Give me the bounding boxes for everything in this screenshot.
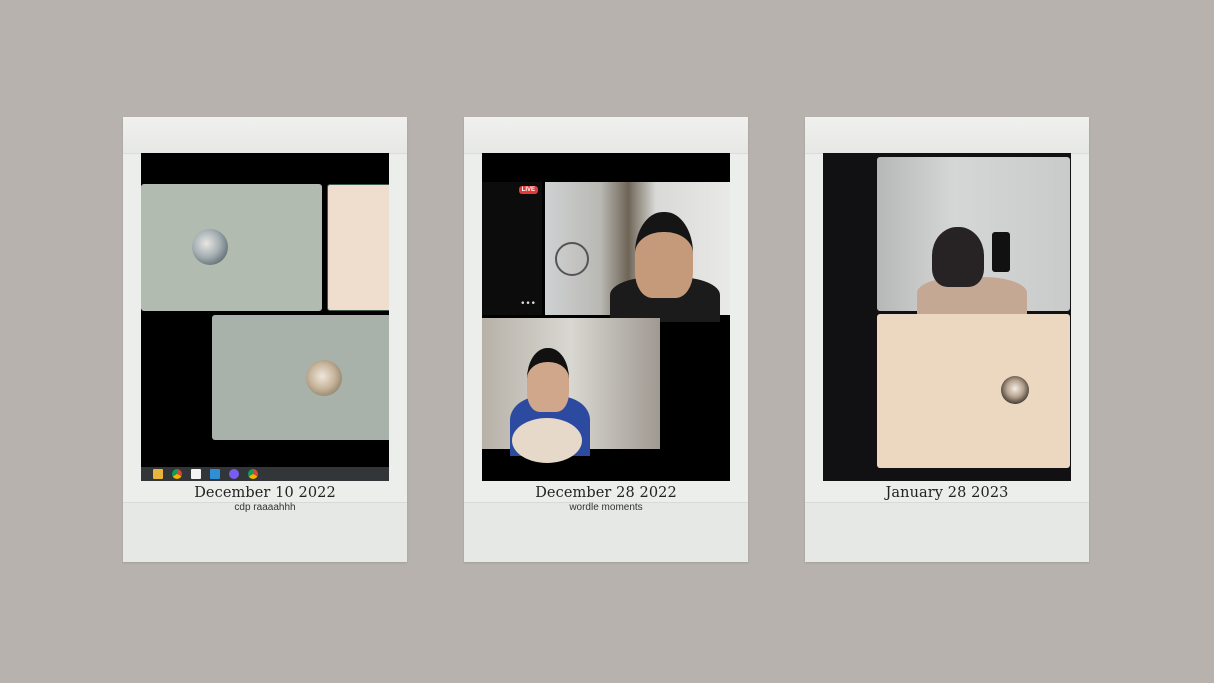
participant-camera-1 <box>877 157 1070 317</box>
polaroid-1: December 10 2022 cdp raaaahhh <box>123 117 407 562</box>
fan <box>555 242 589 276</box>
notion-icon <box>191 469 201 479</box>
caption-date: January 28 2023 <box>885 485 1009 501</box>
plush-toy <box>512 418 582 463</box>
photo-video-call-1 <box>141 153 389 481</box>
caption: December 10 2022 cdp raaaahhh <box>123 484 407 514</box>
participant-camera-1 <box>545 182 730 322</box>
caption-note: cdp raaaahhh <box>234 502 296 513</box>
polaroid-3: January 28 2023 <box>805 117 1089 562</box>
caption-date: December 28 2022 <box>535 485 677 501</box>
participant-avatar <box>192 229 228 265</box>
person-head <box>932 227 984 287</box>
file-explorer-icon <box>153 469 163 479</box>
caption: December 28 2022 wordle moments <box>464 484 748 514</box>
participant-tile-2 <box>877 314 1070 468</box>
polaroid-2: LIVE ••• December 28 2022 wordle moments <box>464 117 748 562</box>
live-badge: LIVE <box>518 186 538 194</box>
photo-video-call-3 <box>823 153 1071 481</box>
chrome-icon <box>248 469 258 479</box>
phone <box>992 232 1010 272</box>
vscode-icon <box>210 469 220 479</box>
caption-note: wordle moments <box>569 502 643 513</box>
app-icon <box>229 469 239 479</box>
participant-camera-2 <box>482 318 660 463</box>
photo-video-call-2: LIVE ••• <box>482 153 730 481</box>
caption: January 28 2023 <box>805 484 1089 502</box>
taskbar <box>141 467 389 481</box>
participant-tile-2 <box>327 184 389 311</box>
stream-panel: LIVE ••• <box>482 182 542 315</box>
participant-avatar <box>306 360 342 396</box>
person-head <box>527 348 569 412</box>
caption-date: December 10 2022 <box>194 485 336 501</box>
chrome-icon <box>172 469 182 479</box>
more-options-icon[interactable]: ••• <box>520 299 536 309</box>
person-head <box>635 212 693 298</box>
participant-tile-3 <box>212 315 389 440</box>
participant-avatar <box>1001 376 1029 404</box>
participant-tile-1 <box>141 184 322 311</box>
